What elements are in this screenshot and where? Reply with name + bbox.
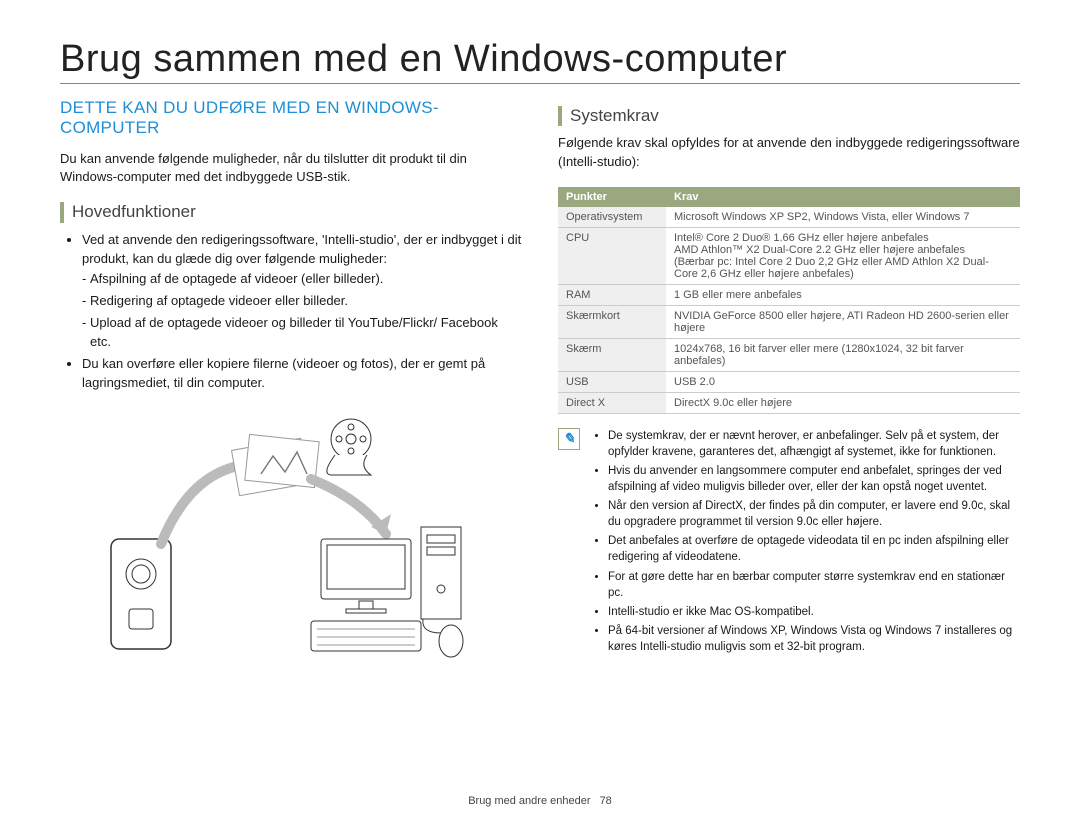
table-row: CPUIntel® Core 2 Duo® 1.66 GHz eller høj…: [558, 227, 1020, 284]
footer: Brug med andre enheder 78: [0, 795, 1080, 807]
table-cell-key: CPU: [558, 227, 666, 284]
requirements-table: Punkter Krav OperativsystemMicrosoft Win…: [558, 187, 1020, 414]
list-item: Det anbefales at overføre de optagede vi…: [608, 533, 1020, 565]
section-title: DETTE KAN DU UDFØRE MED EN WINDOWS-COMPU…: [60, 98, 522, 138]
list-item: Når den version af DirectX, der findes p…: [608, 498, 1020, 530]
left-column: DETTE KAN DU UDFØRE MED EN WINDOWS-COMPU…: [60, 98, 522, 662]
main-features-list: Ved at anvende den redigeringssoftware, …: [60, 231, 522, 393]
list-item: De systemkrav, der er nævnt herover, er …: [608, 428, 1020, 460]
table-cell-key: RAM: [558, 284, 666, 305]
table-cell-value: Microsoft Windows XP SP2, Windows Vista,…: [666, 207, 1020, 228]
page-number: 78: [600, 795, 612, 807]
table-row: RAM1 GB eller mere anbefales: [558, 284, 1020, 305]
list-item: Ved at anvende den redigeringssoftware, …: [82, 231, 522, 352]
table-row: Direct XDirectX 9.0c eller højere: [558, 392, 1020, 413]
list-item: Du kan overføre eller kopiere filerne (v…: [82, 355, 522, 393]
list-item: For at gøre dette har en bærbar computer…: [608, 569, 1020, 601]
table-cell-key: Skærm: [558, 338, 666, 371]
list-item: Upload af de optagede videoer og billede…: [90, 314, 522, 352]
note-icon: ✎: [558, 428, 580, 450]
table-cell-value: 1024x768, 16 bit farver eller mere (1280…: [666, 338, 1020, 371]
note-box: ✎ De systemkrav, der er nævnt herover, e…: [558, 428, 1020, 658]
table-cell-key: USB: [558, 371, 666, 392]
notes-list: De systemkrav, der er nævnt herover, er …: [590, 428, 1020, 658]
two-column-layout: DETTE KAN DU UDFØRE MED EN WINDOWS-COMPU…: [60, 98, 1020, 662]
table-cell-value: NVIDIA GeForce 8500 eller højere, ATI Ra…: [666, 305, 1020, 338]
page-title: Brug sammen med en Windows-computer: [60, 38, 1020, 84]
table-cell-value: 1 GB eller mere anbefales: [666, 284, 1020, 305]
list-item: Hvis du anvender en langsommere computer…: [608, 463, 1020, 495]
list-item: Intelli-studio er ikke Mac OS-kompatibel…: [608, 604, 1020, 620]
table-row: OperativsystemMicrosoft Windows XP SP2, …: [558, 207, 1020, 228]
table-header-req: Krav: [666, 187, 1020, 207]
table-header-item: Punkter: [558, 187, 666, 207]
table-cell-value: USB 2.0: [666, 371, 1020, 392]
list-text: Ved at anvende den redigeringssoftware, …: [82, 232, 521, 266]
table-row: SkærmkortNVIDIA GeForce 8500 eller højer…: [558, 305, 1020, 338]
illustration-svg: [101, 409, 481, 659]
table-cell-key: Direct X: [558, 392, 666, 413]
list-item: Redigering af optagede videoer eller bil…: [90, 292, 522, 311]
subhead-hovedfunktioner: Hovedfunktioner: [60, 202, 522, 222]
table-cell-value: DirectX 9.0c eller højere: [666, 392, 1020, 413]
table-cell-key: Skærmkort: [558, 305, 666, 338]
right-column: Systemkrav Følgende krav skal opfyldes f…: [558, 98, 1020, 662]
illustration-camera-to-pc: [60, 409, 522, 662]
table-row: USBUSB 2.0: [558, 371, 1020, 392]
systemkrav-intro: Følgende krav skal opfyldes for at anven…: [558, 134, 1020, 170]
list-item: Afspilning af de optagede af videoer (el…: [90, 270, 522, 289]
subhead-systemkrav: Systemkrav: [558, 106, 1020, 126]
table-cell-value: Intel® Core 2 Duo® 1.66 GHz eller højere…: [666, 227, 1020, 284]
table-cell-key: Operativsystem: [558, 207, 666, 228]
intro-text: Du kan anvende følgende muligheder, når …: [60, 150, 522, 186]
list-item: På 64-bit versioner af Windows XP, Windo…: [608, 623, 1020, 655]
footer-label: Brug med andre enheder: [468, 795, 590, 807]
table-row: Skærm1024x768, 16 bit farver eller mere …: [558, 338, 1020, 371]
